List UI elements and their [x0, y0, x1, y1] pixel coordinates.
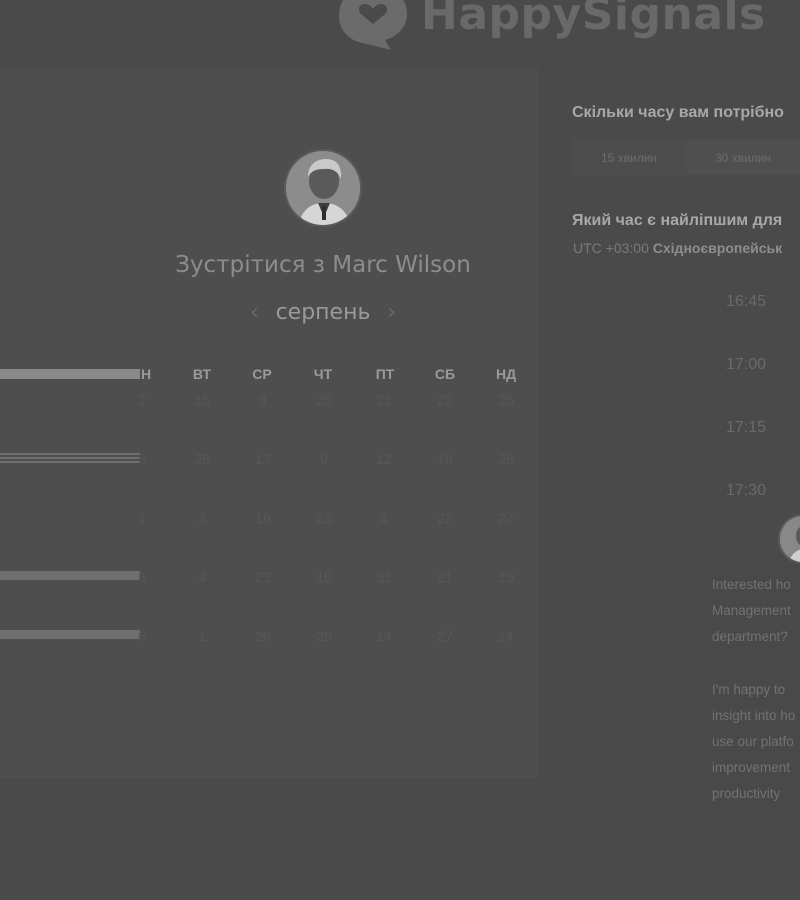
row-bar — [0, 571, 140, 580]
chat-text-line: productivity — [712, 786, 781, 801]
timezone-selector[interactable]: UTC +03:00 Східноєвропейськ — [573, 240, 782, 256]
brand-header: HappySignals — [335, 0, 766, 50]
calendar-day[interactable]: 5 — [122, 451, 162, 467]
time-question: Який час є найліпшим для — [572, 212, 783, 229]
chevron-left-icon[interactable]: ‹ — [250, 300, 259, 325]
calendar-day[interactable]: 1 — [182, 628, 222, 644]
calendar-day[interactable]: 21 — [425, 569, 465, 585]
row-bar — [0, 630, 140, 639]
chevron-right-icon[interactable]: › — [387, 300, 396, 325]
calendar-day[interactable]: 27 — [486, 510, 526, 526]
calendar-day[interactable]: 19 — [486, 569, 526, 585]
calendar-day[interactable]: 16 — [243, 510, 283, 526]
weekday-header: СБ — [434, 366, 456, 382]
calendar-day[interactable]: 22 — [425, 510, 465, 526]
calendar-day[interactable]: 1 — [122, 510, 162, 526]
weekday-header: ЧТ — [313, 366, 333, 382]
calendar-day[interactable]: 26 — [486, 392, 526, 408]
weekday-highlight-bar — [0, 369, 140, 379]
calendar-day[interactable]: 23 — [304, 510, 344, 526]
chat-text-line: department? — [712, 629, 788, 644]
weekday-header: Н — [140, 366, 152, 382]
calendar-day[interactable]: 15 — [182, 392, 222, 408]
chat-text-line: use our platfo — [712, 734, 794, 749]
calendar-day[interactable]: 28 — [182, 451, 222, 467]
weekday-header: ВТ — [192, 366, 212, 382]
calendar-day[interactable]: 12 — [364, 451, 404, 467]
duration-selector: 15 хвилин 30 хвилин — [572, 140, 800, 175]
brand-name: HappySignals — [421, 0, 766, 40]
calendar-day[interactable]: 23 — [243, 569, 283, 585]
timezone-name: Східноєвропейськ — [652, 240, 783, 256]
time-slot[interactable]: 17:15 — [700, 413, 792, 443]
calendar-day[interactable]: 31 — [364, 569, 404, 585]
calendar-day[interactable]: 22 — [425, 392, 465, 408]
calendar-day[interactable]: 29 — [243, 628, 283, 644]
calendar-day[interactable]: 10 — [304, 569, 344, 585]
calendar-day[interactable]: 9 — [304, 451, 344, 467]
weekday-header: СР — [252, 366, 272, 382]
weekday-header: НД — [495, 366, 517, 382]
calendar-day[interactable]: 4 — [182, 569, 222, 585]
calendar-day[interactable]: 27 — [425, 628, 465, 644]
host-avatar — [284, 149, 362, 227]
time-slot[interactable]: 17:30 — [700, 476, 792, 506]
duration-option-30[interactable]: 30 хвилин — [686, 140, 800, 175]
calendar-day[interactable]: 26 — [486, 451, 526, 467]
heart-chat-logo-icon — [339, 0, 407, 50]
row-divider — [0, 457, 140, 459]
calendar-day[interactable]: 14 — [486, 628, 526, 644]
calendar-day[interactable]: 25 — [304, 392, 344, 408]
scheduler-panel — [0, 68, 538, 778]
time-slot[interactable]: 17:00 — [700, 350, 792, 380]
calendar-day[interactable]: 2 — [122, 392, 162, 408]
duration-option-15[interactable]: 15 хвилин — [572, 140, 686, 175]
chat-text-line: Management — [712, 603, 791, 618]
chat-text-line: insight into ho — [712, 708, 796, 723]
calendar-day[interactable]: 29 — [304, 628, 344, 644]
time-slot[interactable]: 16:45 — [700, 287, 792, 317]
chat-text-line: improvement — [712, 760, 791, 775]
duration-question: Скільки часу вам потрібно — [572, 104, 784, 121]
calendar-day[interactable]: 21 — [364, 392, 404, 408]
chat-text-line: Interested ho — [712, 577, 791, 592]
weekday-header: ПТ — [375, 366, 395, 382]
calendar-day[interactable]: 18 — [425, 451, 465, 467]
calendar-day[interactable]: 4 — [364, 510, 404, 526]
row-divider — [0, 461, 140, 463]
month-label: серпень — [275, 300, 371, 325]
calendar-day[interactable]: 14 — [364, 628, 404, 644]
calendar-day[interactable]: 8 — [243, 392, 283, 408]
timezone-offset: UTC +03:00 — [573, 240, 649, 256]
calendar-day[interactable]: 6 — [122, 628, 162, 644]
calendar-day[interactable]: 3 — [182, 510, 222, 526]
month-navigation: ‹ серпень › — [250, 300, 396, 325]
chat-text-line: I'm happy to — [712, 682, 786, 697]
row-divider — [0, 453, 140, 455]
calendar-day[interactable]: 17 — [243, 451, 283, 467]
calendar-day[interactable]: 6 — [122, 569, 162, 585]
